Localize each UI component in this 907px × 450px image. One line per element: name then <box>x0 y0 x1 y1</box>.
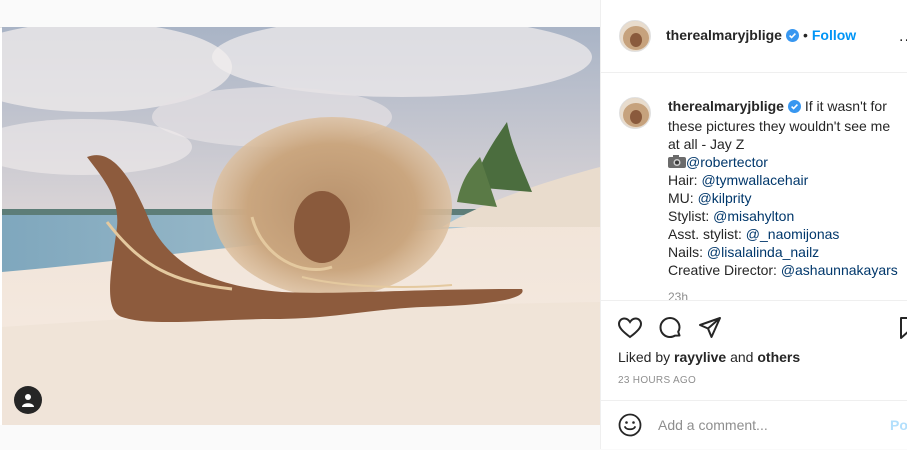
credit-stylist: Stylist: @misahylton <box>668 207 907 225</box>
credit-makeup: MU: @kilprity <box>668 189 907 207</box>
instagram-post-modal: therealmaryjblige •Follow ... therealmary… <box>0 0 907 449</box>
verified-badge-icon <box>785 29 799 47</box>
credit-link[interactable]: @tymwallacehair <box>701 172 808 188</box>
comment-input[interactable] <box>658 414 878 436</box>
post-header: therealmaryjblige •Follow ... <box>601 0 907 73</box>
credit-label: Nails: <box>668 244 707 260</box>
credit-label: MU: <box>668 190 698 206</box>
emoji-icon[interactable] <box>618 413 642 437</box>
avatar-image <box>620 21 650 51</box>
post-username[interactable]: therealmaryjblige <box>666 27 782 43</box>
credit-label: Creative Director: <box>668 262 781 278</box>
liked-by-prefix: Liked by <box>618 349 671 365</box>
post-photo[interactable] <box>2 27 600 425</box>
credit-link[interactable]: @robertector <box>686 154 768 170</box>
post-timestamp[interactable]: 23 HOURS AGO <box>618 375 696 386</box>
caption-area: therealmaryjblige If it wasn't for these… <box>601 72 907 300</box>
more-options-button[interactable]: ... <box>899 28 907 46</box>
credit-link[interactable]: @lisalalinda_nailz <box>707 244 819 260</box>
caption-text: therealmaryjblige If it wasn't for these… <box>668 97 907 279</box>
camera-emoji <box>668 154 686 170</box>
comment-box: Post <box>601 400 907 450</box>
liked-by-others-link[interactable]: others <box>757 349 800 365</box>
credit-nails: Nails: @lisalalinda_nailz <box>668 243 907 261</box>
credit-photographer: @robertector <box>668 153 907 171</box>
bottom-band <box>0 425 600 449</box>
caption-quote-line-2: these pictures they wouldn't see me <box>668 118 891 134</box>
credit-asst-stylist: Asst. stylist: @_naomijonas <box>668 225 907 243</box>
post-comment-button[interactable]: Post <box>890 417 907 433</box>
caption-time-ago[interactable]: 23h <box>668 290 688 300</box>
header-user-row: therealmaryjblige • Follow <box>666 27 856 47</box>
action-bar: Liked by rayylive and others 23 HOURS AG… <box>601 300 907 401</box>
credit-link[interactable]: @ashaunnakayars <box>781 262 898 278</box>
credit-link[interactable]: @kilprity <box>698 190 752 206</box>
avatar[interactable] <box>619 20 651 52</box>
post-photo-image <box>2 27 600 425</box>
credit-hair: Hair: @tymwallacehair <box>668 171 907 189</box>
credit-creative-director: Creative Director: @ashaunnakayars <box>668 261 907 279</box>
top-band <box>0 0 600 28</box>
credit-link[interactable]: @_naomijonas <box>746 226 840 242</box>
liked-by-user-link[interactable]: rayylive <box>674 349 726 365</box>
save-icon[interactable] <box>897 315 907 341</box>
post-sidebar: therealmaryjblige •Follow ... therealmary… <box>600 0 907 449</box>
user-tag-button[interactable] <box>14 386 42 414</box>
liked-by-text: Liked by rayylive and others <box>618 349 800 365</box>
user-tag-icon <box>22 394 34 407</box>
share-icon[interactable] <box>697 315 723 341</box>
credit-link[interactable]: @misahylton <box>713 208 794 224</box>
follow-separator: • <box>802 27 808 43</box>
caption-quote-line-3: at all - Jay Z <box>668 136 745 152</box>
caption-avatar[interactable] <box>619 97 651 129</box>
credit-label: Stylist: <box>668 208 714 224</box>
follow-button[interactable]: Follow <box>812 27 856 43</box>
caption-username[interactable]: therealmaryjblige <box>668 98 784 114</box>
comment-icon[interactable] <box>657 315 683 341</box>
caption-quote-line-1: If it wasn't for <box>804 98 887 114</box>
liked-by-and: and <box>730 349 754 365</box>
heart-icon[interactable] <box>617 315 643 341</box>
credit-label: Asst. stylist: <box>668 226 746 242</box>
verified-badge-icon <box>787 99 801 117</box>
caption-line: therealmaryjblige If it wasn't for <box>668 97 907 117</box>
caption-avatar-image <box>620 98 650 128</box>
credit-label: Hair: <box>668 172 702 188</box>
